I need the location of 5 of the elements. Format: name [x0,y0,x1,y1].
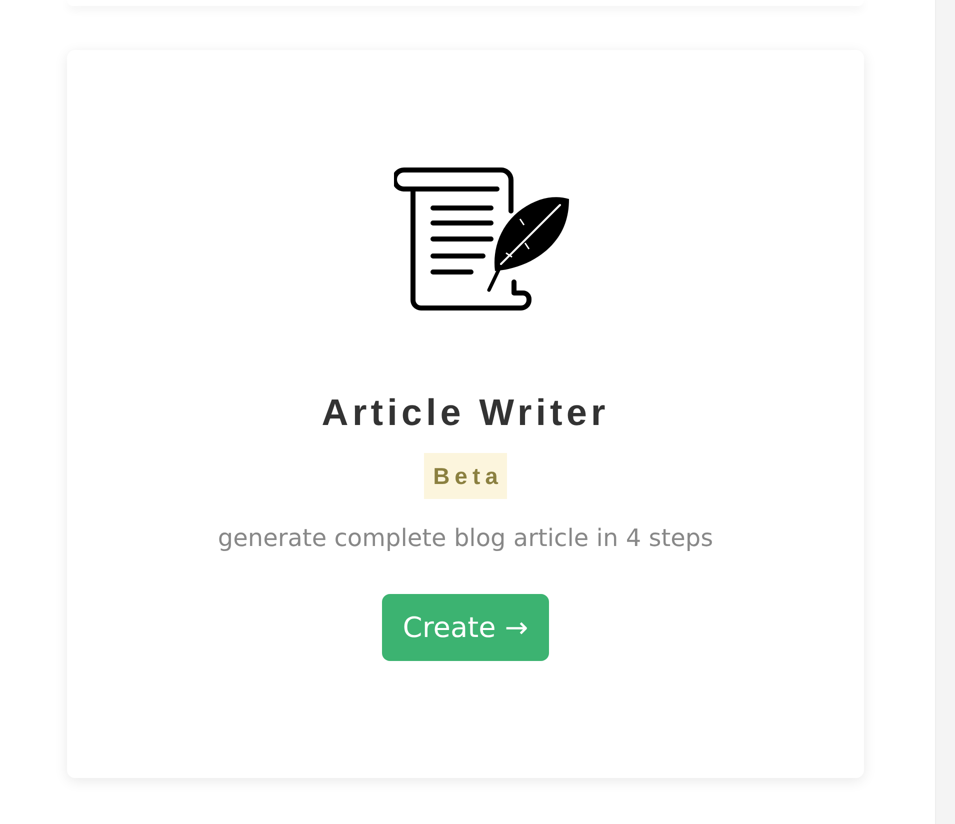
create-button[interactable]: Create → [382,594,550,661]
tool-title: Article Writer [322,392,610,433]
scroll-feather-icon [394,167,571,313]
beta-badge: Beta [424,453,507,499]
tool-description: generate complete blog article in 4 steps [218,523,714,553]
